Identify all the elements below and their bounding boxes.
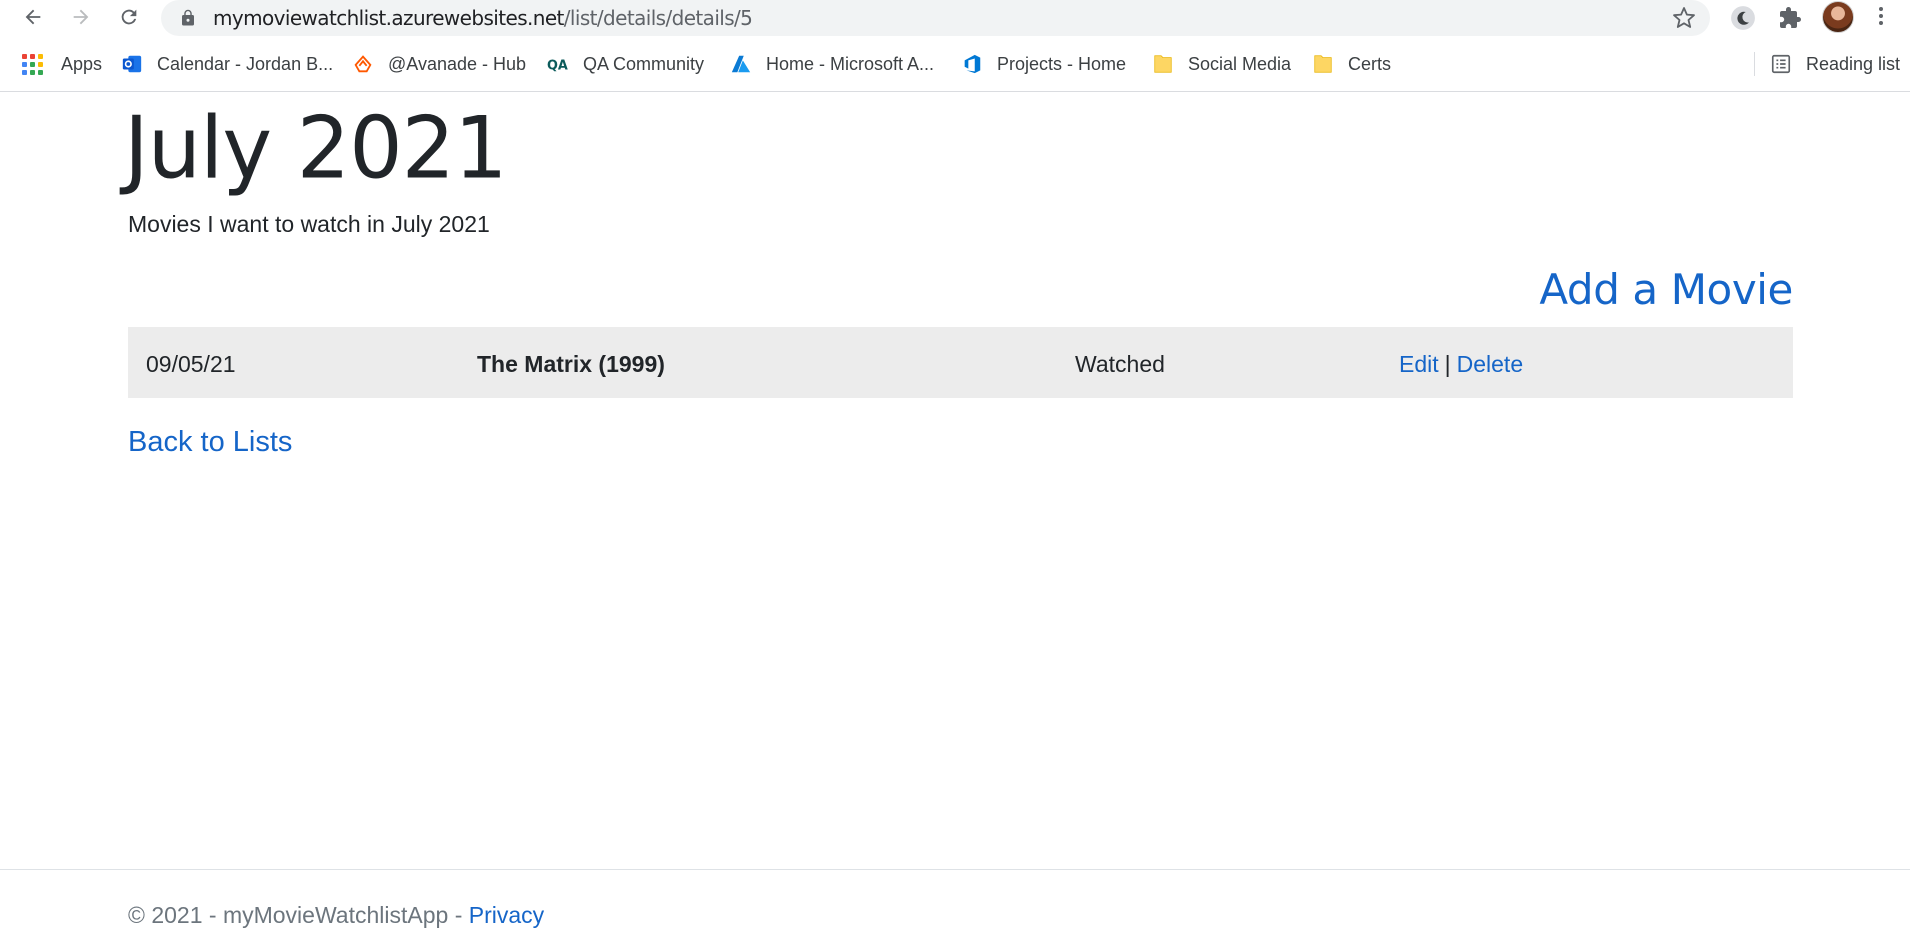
extensions-puzzle-icon[interactable] xyxy=(1775,3,1805,33)
profile-avatar[interactable] xyxy=(1822,1,1854,33)
page-title: July 2021 xyxy=(124,98,508,198)
qa-icon: QA xyxy=(547,59,568,74)
movie-table-row xyxy=(128,327,1793,398)
folder-icon xyxy=(1314,55,1332,73)
bookmark-star-icon[interactable] xyxy=(1672,6,1696,30)
bookmark-label: Projects - Home xyxy=(997,53,1127,74)
reload-icon[interactable] xyxy=(114,2,144,32)
bookmark-microsoft-azure[interactable]: Home - Microsoft A... xyxy=(730,46,934,82)
bookmark-label: Social Media xyxy=(1188,53,1292,74)
address-bar[interactable]: mymoviewatchlist.azurewebsites.net/list/… xyxy=(161,0,1710,36)
back-to-lists-link[interactable]: Back to Lists xyxy=(128,424,292,460)
footer-divider xyxy=(0,869,1910,870)
footer-copyright: © 2021 - myMovieWatchlistApp - xyxy=(128,902,469,928)
azure-icon xyxy=(731,55,751,73)
more-menu-icon[interactable] xyxy=(1876,4,1886,30)
url-path: /list/details/details/5 xyxy=(563,6,753,30)
movie-date: 09/05/21 xyxy=(146,351,236,377)
movie-status: Watched xyxy=(1075,351,1165,377)
outlook-icon xyxy=(122,55,142,73)
action-separator: | xyxy=(1444,351,1451,377)
chrome-divider xyxy=(0,91,1910,92)
lock-icon xyxy=(182,9,194,26)
add-movie-link[interactable]: Add a Movie xyxy=(1539,262,1793,318)
bookmark-label: Apps xyxy=(61,53,103,74)
bookmark-label: @Avanade - Hub xyxy=(388,53,527,74)
bookmark-label: Home - Microsoft A... xyxy=(766,53,935,74)
forward-arrow-icon[interactable] xyxy=(66,2,96,32)
bookmark-apps[interactable]: Apps xyxy=(22,46,102,82)
reading-list-icon xyxy=(1771,54,1791,74)
bookmark-social-media[interactable]: Social Media xyxy=(1152,46,1291,82)
avanade-icon xyxy=(354,55,372,73)
bookmark-projects-home[interactable]: Projects - Home xyxy=(961,46,1126,82)
bookmark-label: Certs xyxy=(1348,53,1392,74)
footer: © 2021 - myMovieWatchlistApp - Privacy xyxy=(128,900,544,930)
bookmark-label: QA Community xyxy=(583,53,705,74)
apps-grid-icon xyxy=(22,53,43,75)
movie-title: The Matrix (1999) xyxy=(477,351,665,377)
bookmark-avanade-hub[interactable]: @Avanade - Hub xyxy=(352,46,526,82)
svg-text:QA: QA xyxy=(547,59,568,74)
bookmarks-separator xyxy=(1754,52,1755,76)
url-text: mymoviewatchlist.azurewebsites.net/list/… xyxy=(213,6,753,30)
bookmark-certs[interactable]: Certs xyxy=(1312,46,1391,82)
reading-list-button[interactable]: Reading list xyxy=(1770,46,1900,82)
page-subtitle: Movies I want to watch in July 2021 xyxy=(128,211,490,237)
url-host: mymoviewatchlist.azurewebsites.net xyxy=(213,6,564,30)
privacy-link[interactable]: Privacy xyxy=(469,902,544,928)
movie-actions: Edit | Delete xyxy=(1399,349,1523,379)
folder-icon xyxy=(1154,55,1172,73)
reading-list-label: Reading list xyxy=(1806,53,1901,74)
bookmarks-bar: Apps Calendar - Jordan B... @Avanade - H… xyxy=(0,46,1910,90)
devops-icon xyxy=(964,54,981,74)
dark-mode-extension-icon[interactable] xyxy=(1728,3,1758,33)
back-arrow-icon[interactable] xyxy=(18,2,48,32)
bookmark-label: Calendar - Jordan B... xyxy=(157,53,334,74)
browser-toolbar: mymoviewatchlist.azurewebsites.net/list/… xyxy=(0,0,1910,36)
delete-movie-link[interactable]: Delete xyxy=(1457,351,1523,377)
bookmark-calendar[interactable]: Calendar - Jordan B... xyxy=(121,46,333,82)
bookmark-qa-community[interactable]: QA QA Community xyxy=(547,46,704,82)
edit-movie-link[interactable]: Edit xyxy=(1399,351,1439,377)
